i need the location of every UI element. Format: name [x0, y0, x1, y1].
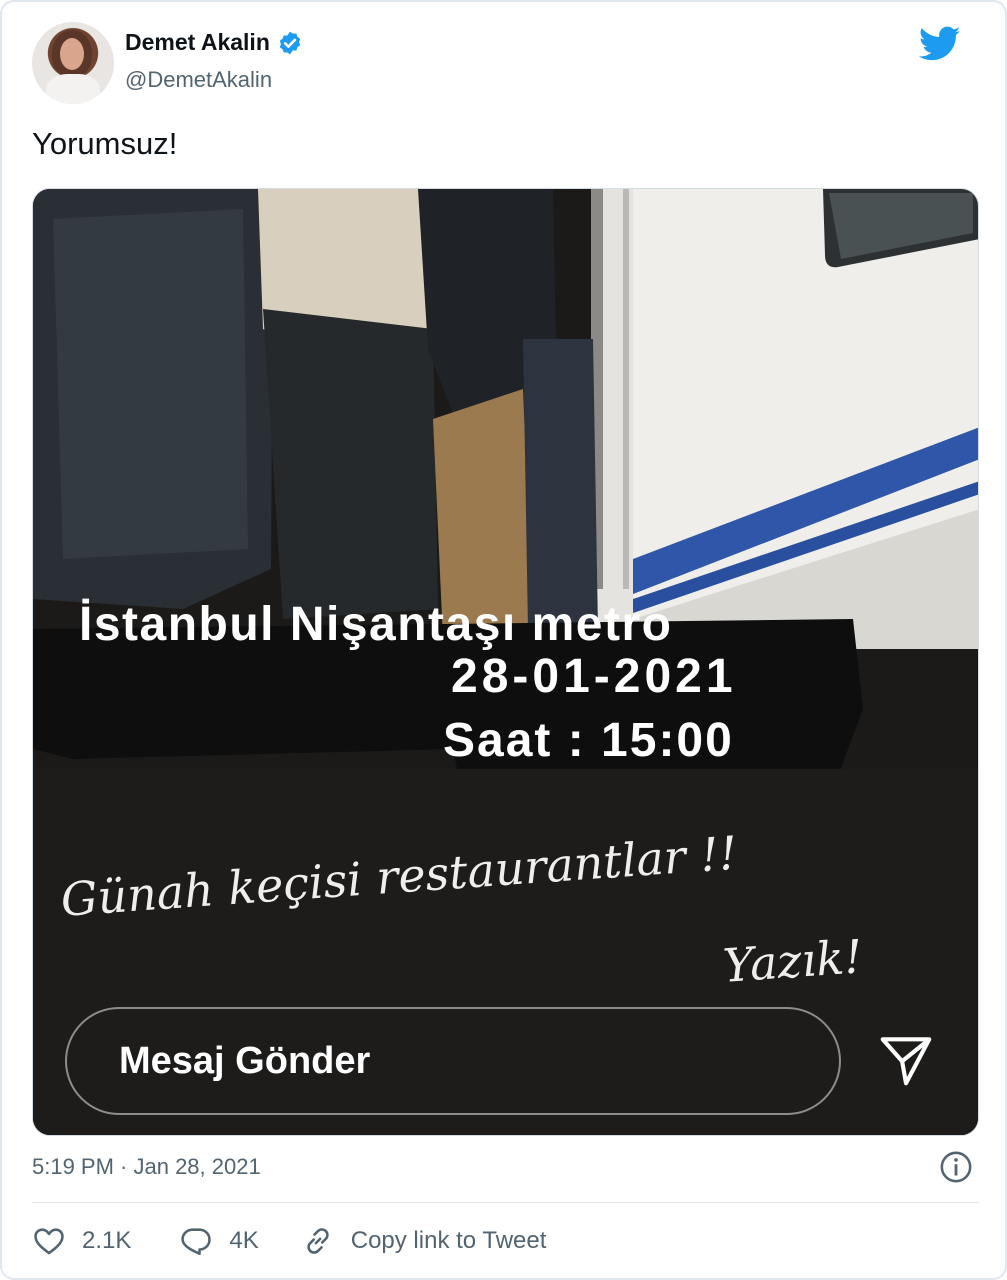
reply-button[interactable]: 4K — [179, 1224, 259, 1258]
author-name-row[interactable]: Demet Akalin — [125, 29, 303, 56]
author-name[interactable]: Demet Akalin — [125, 29, 270, 56]
tweet-actions: 2.1K 4K Copy link to Tweet — [32, 1224, 546, 1258]
story-script-line-2: Yazık! — [721, 929, 865, 993]
story-caption-location: İstanbul Nişantaşı metro — [79, 598, 673, 651]
send-arrow-icon — [880, 1037, 932, 1086]
reply-bubble-icon — [181, 1228, 212, 1256]
story-caption-date: 28-01-2021 — [451, 650, 737, 703]
tweet-media-image[interactable]: İstanbul Nişantaşı metro 28-01-2021 Saat… — [32, 188, 979, 1136]
tweet-card: Demet Akalin @DemetAkalin Yorumsuz! İsta… — [0, 0, 1007, 1280]
send-message-field: Mesaj Gönder — [65, 1007, 841, 1115]
tweet-text: Yorumsuz! — [32, 126, 178, 161]
send-message-placeholder: Mesaj Gönder — [119, 1039, 371, 1082]
tweet-timestamp[interactable]: 5:19 PM · Jan 28, 2021 — [32, 1154, 261, 1180]
verified-badge-icon — [279, 31, 301, 54]
info-icon[interactable] — [939, 1150, 973, 1184]
like-count: 2.1K — [82, 1227, 132, 1254]
story-caption-time: Saat : 15:00 — [443, 714, 734, 767]
link-icon — [307, 1228, 329, 1254]
twitter-bird-icon[interactable] — [919, 26, 961, 62]
author-handle[interactable]: @DemetAkalin — [125, 67, 272, 93]
heart-icon — [34, 1228, 64, 1255]
avatar[interactable] — [32, 22, 114, 104]
copy-link-label: Copy link to Tweet — [350, 1227, 547, 1254]
divider — [32, 1202, 979, 1203]
copy-link-button[interactable]: Copy link to Tweet — [301, 1224, 547, 1258]
reply-count: 4K — [229, 1227, 259, 1254]
like-button[interactable]: 2.1K — [32, 1224, 131, 1258]
